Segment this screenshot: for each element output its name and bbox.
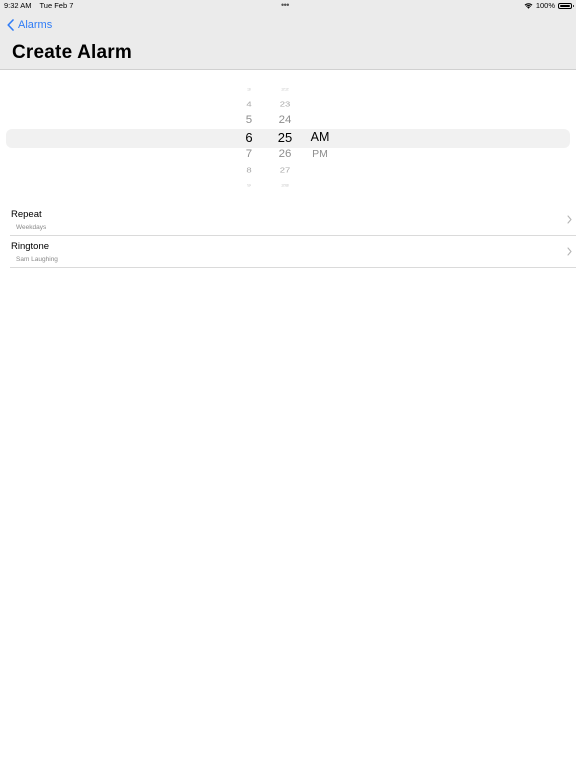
battery-fill bbox=[560, 4, 570, 7]
status-bar: 9:32 AM Tue Feb 7 ••• 100% bbox=[0, 0, 576, 12]
list-item-repeat[interactable]: Repeat Weekdays bbox=[10, 204, 576, 236]
page-title: Create Alarm bbox=[12, 42, 132, 63]
hour-option-5[interactable]: 5 bbox=[246, 114, 252, 125]
battery-percent: 100% bbox=[535, 1, 555, 10]
minute-option-24[interactable]: 24 bbox=[279, 114, 292, 125]
list-item-ringtone[interactable]: Ringtone Sam Laughing bbox=[10, 236, 576, 268]
period-option-pm[interactable]: PM bbox=[312, 148, 328, 160]
minute-option-25[interactable]: 25 bbox=[278, 130, 292, 145]
hour-option-8[interactable]: 8 bbox=[246, 166, 251, 174]
hour-option-4[interactable]: 4 bbox=[246, 100, 251, 108]
minute-option-28[interactable]: 28 bbox=[281, 183, 289, 187]
minute-option-26[interactable]: 26 bbox=[279, 148, 292, 159]
status-left: 9:32 AM Tue Feb 7 bbox=[4, 1, 79, 10]
hour-option-7[interactable]: 7 bbox=[246, 148, 252, 159]
hour-option-3[interactable]: 3 bbox=[247, 87, 251, 91]
chevron-right-icon bbox=[567, 247, 572, 256]
hour-option-6[interactable]: 6 bbox=[245, 130, 252, 145]
multitasking-dots-icon[interactable]: ••• bbox=[281, 0, 289, 10]
status-time: 9:32 AM bbox=[4, 1, 32, 10]
row-value: Weekdays bbox=[16, 224, 47, 231]
period-option-am[interactable]: AM bbox=[311, 130, 330, 144]
battery-icon bbox=[558, 2, 574, 9]
status-date: Tue Feb 7 bbox=[39, 1, 74, 10]
row-value: Sam Laughing bbox=[16, 256, 58, 263]
row-label: Ringtone bbox=[11, 241, 50, 252]
status-right: 100% bbox=[524, 1, 574, 10]
chevron-right-icon bbox=[567, 215, 572, 224]
navigation-bar: Alarms Create Alarm bbox=[0, 12, 576, 70]
row-label: Repeat bbox=[11, 209, 42, 220]
back-button-label: Alarms bbox=[18, 19, 53, 31]
hour-option-9[interactable]: 9 bbox=[247, 183, 251, 187]
settings-list: Repeat Weekdays Ringtone Sam Laughing bbox=[10, 204, 576, 268]
back-button[interactable]: Alarms bbox=[7, 19, 52, 31]
minute-option-27[interactable]: 27 bbox=[280, 166, 291, 174]
minute-option-23[interactable]: 23 bbox=[280, 100, 291, 108]
chevron-left-icon bbox=[7, 19, 14, 31]
minute-option-22[interactable]: 22 bbox=[281, 87, 289, 91]
wifi-icon bbox=[524, 3, 533, 9]
time-picker[interactable]: 3 4 5 6 7 8 9 22 23 24 25 26 27 28 AM PM bbox=[0, 70, 576, 200]
